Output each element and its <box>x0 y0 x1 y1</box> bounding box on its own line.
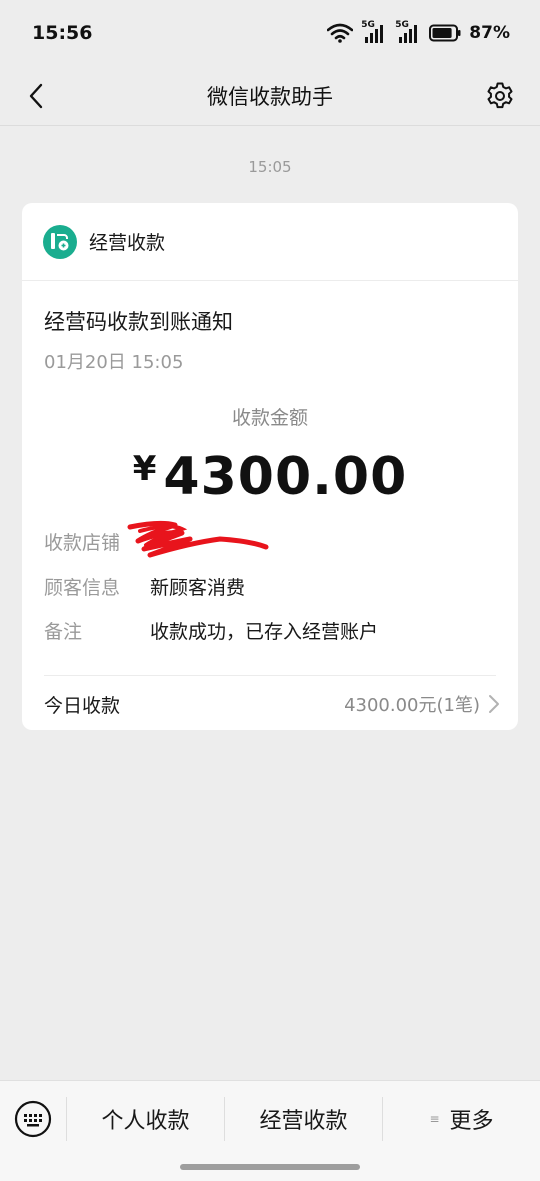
info-row-customer: 顾客信息 新顾客消费 <box>44 573 245 600</box>
message-timestamp: 15:05 <box>248 158 292 176</box>
info-value: 新顾客消费 <box>150 577 246 599</box>
today-value: 4300.00元(1笔) <box>344 695 480 716</box>
amount-label: 收款金额 <box>231 407 308 429</box>
amount-value: ¥4300.00 <box>22 447 518 507</box>
chevron-left-icon <box>29 83 43 109</box>
notice-date: 01月20日 15:05 <box>44 352 184 373</box>
info-value: 收款成功，已存入经营账户 <box>150 621 379 643</box>
status-icons: 5G 5G 87% <box>327 20 510 44</box>
info-row-remark: 备注 收款成功，已存入经营账户 <box>44 617 378 644</box>
business-receipt-icon <box>43 224 77 259</box>
today-summary: 4300.00元(1笔) <box>344 691 500 717</box>
menu-business-receipts[interactable]: 经营收款 <box>225 1095 382 1143</box>
keyboard-toggle-button[interactable] <box>14 1100 52 1138</box>
info-key: 顾客信息 <box>44 577 121 599</box>
amount-number: 4300.00 <box>163 447 408 507</box>
nav-bar: 微信收款助手 <box>0 66 540 126</box>
menu-label: 更多 <box>449 1109 494 1134</box>
menu-more[interactable]: ≡ 更多 <box>383 1095 540 1143</box>
keyboard-icon <box>14 1100 52 1138</box>
back-button[interactable] <box>18 78 54 114</box>
gear-icon <box>487 82 513 109</box>
today-receipts-row[interactable]: 今日收款 4300.00元(1笔) <box>44 687 500 721</box>
menu-label: 个人收款 <box>101 1109 190 1134</box>
signal-5g-icon: 5G <box>361 20 387 44</box>
chevron-right-icon <box>489 695 499 713</box>
home-indicator <box>180 1164 360 1170</box>
signal-5g-icon: 5G <box>395 20 421 44</box>
menu-label: 经营收款 <box>259 1109 348 1134</box>
notice-title: 经营码收款到账通知 <box>44 310 233 334</box>
menu-personal-receipts[interactable]: 个人收款 <box>67 1095 224 1143</box>
status-time: 15:56 <box>32 22 93 44</box>
divider <box>44 675 496 676</box>
currency-symbol: ¥ <box>132 449 158 489</box>
redaction-scribble <box>127 520 269 558</box>
card-header[interactable]: 经营收款 <box>22 203 518 281</box>
info-key: 备注 <box>44 621 83 643</box>
page-title: 微信收款助手 <box>207 84 333 109</box>
menu-list-icon: ≡ <box>429 1112 440 1126</box>
battery-icon <box>429 24 461 42</box>
settings-button[interactable] <box>482 78 518 114</box>
wifi-icon <box>327 23 354 43</box>
receipt-card[interactable]: 经营收款 经营码收款到账通知 01月20日 15:05 收款金额 ¥4300.0… <box>22 203 518 730</box>
battery-percent: 87% <box>469 23 510 43</box>
status-bar: 15:56 5G 5G 87% <box>0 0 540 66</box>
card-source-name: 经营收款 <box>89 232 166 254</box>
today-label: 今日收款 <box>44 694 121 717</box>
